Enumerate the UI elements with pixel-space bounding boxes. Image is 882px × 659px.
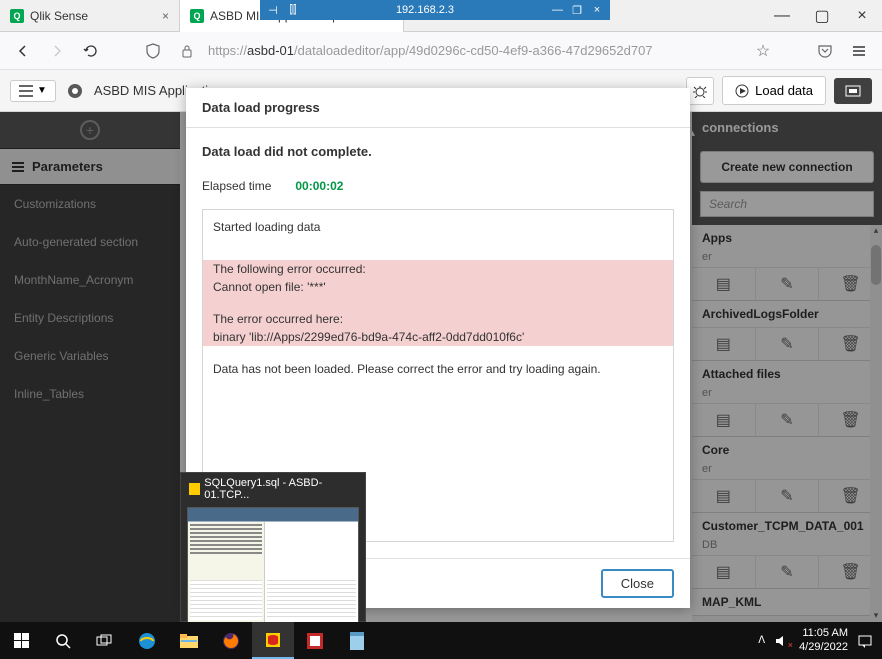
search-button[interactable]: [42, 622, 84, 659]
taskbar-ssms[interactable]: [252, 622, 294, 659]
log-error-line: The error occurred here:: [203, 310, 673, 328]
window-minimize[interactable]: —: [762, 0, 802, 32]
qlik-favicon: Q: [10, 9, 24, 23]
window-controls: — ▢ ×: [762, 0, 882, 32]
window-maximize[interactable]: ▢: [802, 0, 842, 32]
window-close[interactable]: ×: [842, 0, 882, 32]
vm-signal-icon: ⫿⫿: [288, 4, 298, 17]
address-bar: https://asbd-01/dataloadeditor/app/49d02…: [0, 32, 882, 70]
drag-icon: [12, 162, 24, 172]
taskbar-thumbnail[interactable]: SQLQuery1.sql - ASBD-01.TCP...: [180, 472, 366, 622]
tab-close-icon[interactable]: ×: [162, 9, 169, 23]
vm-close[interactable]: ×: [592, 4, 602, 17]
scrollbar[interactable]: ▴ ▾: [870, 225, 882, 622]
load-data-button[interactable]: Load data: [722, 76, 826, 105]
log-error-line: The following error occurred:: [203, 260, 673, 278]
windows-logo-icon: [14, 633, 29, 648]
log-error-line: [203, 296, 673, 310]
url-field[interactable]: https://asbd-01/dataloadeditor/app/49d02…: [208, 43, 742, 58]
nav-forward: [44, 38, 70, 64]
dialog-title: Data load progress: [186, 88, 690, 128]
menu-icon[interactable]: [846, 38, 872, 64]
connection-list: Apps er ▤ ✎ 🗑 ArchivedLogsFolder ▤ ✎ 🗑 A…: [692, 225, 882, 622]
close-button[interactable]: Close: [601, 569, 674, 598]
edit-icon[interactable]: ✎: [756, 328, 820, 360]
load-status-message: Data load did not complete.: [202, 144, 674, 159]
shield-icon[interactable]: [140, 38, 166, 64]
connection-item[interactable]: Customer_TCPM_DATA_001 DB ▤ ✎ 🗑: [692, 513, 882, 589]
presentation-button[interactable]: [834, 78, 872, 104]
pocket-icon[interactable]: [812, 38, 838, 64]
connection-item[interactable]: MAP_KML: [692, 589, 882, 616]
lock-icon[interactable]: [174, 38, 200, 64]
vm-titlebar: ⊣ ⫿⫿ 192.168.2.3 — ❐ ×: [260, 0, 610, 20]
notification-icon[interactable]: [858, 634, 872, 648]
qlik-favicon: Q: [190, 9, 204, 23]
task-view-button[interactable]: [84, 622, 126, 659]
section-header[interactable]: Parameters: [0, 148, 180, 185]
scroll-up-icon[interactable]: ▴: [690, 128, 702, 139]
nav-reload[interactable]: [78, 38, 104, 64]
edit-icon[interactable]: ✎: [756, 556, 820, 588]
tab-title: Qlik Sense: [30, 9, 88, 23]
taskbar-explorer[interactable]: [168, 622, 210, 659]
left-sidebar: + Parameters Customizations Auto-generat…: [0, 112, 180, 622]
vm-ip-label: 192.168.2.3: [306, 4, 544, 16]
qlik-app-icon: [66, 82, 84, 100]
edit-icon[interactable]: ✎: [756, 404, 820, 436]
elapsed-value: 00:00:02: [295, 179, 343, 193]
log-error-line: Cannot open file: '***': [203, 278, 673, 296]
log-line: Data has not been loaded. Please correct…: [203, 360, 673, 378]
scroll-thumb[interactable]: [871, 245, 881, 285]
edit-icon[interactable]: ✎: [756, 268, 820, 300]
connection-search-input[interactable]: Search: [700, 191, 874, 217]
taskbar-firefox[interactable]: [210, 622, 252, 659]
section-item[interactable]: Customizations: [0, 185, 180, 223]
connection-item[interactable]: ArchivedLogsFolder ▤ ✎ 🗑: [692, 301, 882, 361]
connection-item[interactable]: Attached files er ▤ ✎ 🗑: [692, 361, 882, 437]
add-section-button[interactable]: +: [0, 112, 180, 148]
thumbnail-preview-image: [187, 507, 359, 623]
taskbar-notepad[interactable]: [336, 622, 378, 659]
qlik-nav-menu[interactable]: ▼: [10, 80, 56, 102]
section-item[interactable]: Generic Variables: [0, 337, 180, 375]
vm-restore[interactable]: ❐: [572, 4, 582, 17]
taskbar-ie[interactable]: [126, 622, 168, 659]
scroll-up-icon[interactable]: ▴: [870, 225, 882, 237]
section-item[interactable]: Auto-generated section: [0, 223, 180, 261]
connections-panel: connections Create new connection Search…: [692, 112, 882, 622]
connection-item[interactable]: Apps er ▤ ✎ 🗑: [692, 225, 882, 301]
section-item[interactable]: Entity Descriptions: [0, 299, 180, 337]
connections-header: connections: [692, 112, 882, 143]
debug-button[interactable]: [686, 77, 714, 105]
section-item[interactable]: MonthName_Acronym: [0, 261, 180, 299]
browser-tab-0[interactable]: Q Qlik Sense ×: [0, 0, 180, 32]
bookmark-star-icon[interactable]: ☆: [750, 38, 776, 64]
taskbar-app-red[interactable]: [294, 622, 336, 659]
ssms-icon: [189, 483, 200, 495]
log-line: Started loading data: [203, 210, 673, 236]
thumbnail-title: SQLQuery1.sql - ASBD-01.TCP...: [181, 473, 365, 505]
plus-icon: +: [80, 120, 100, 140]
edit-icon[interactable]: ✎: [756, 480, 820, 512]
tray-clock[interactable]: 11:05 AM 4/29/2022: [799, 627, 848, 653]
windows-taskbar: ᐱ × 11:05 AM 4/29/2022: [0, 622, 882, 659]
connection-item[interactable]: Core er ▤ ✎ 🗑: [692, 437, 882, 513]
elapsed-time-row: Elapsed time 00:00:02: [202, 179, 674, 193]
vm-minimize[interactable]: —: [552, 4, 562, 17]
log-error-line: binary 'lib://Apps/2299ed76-bd9a-474c-af…: [203, 328, 673, 346]
start-button[interactable]: [0, 622, 42, 659]
section-item[interactable]: Inline_Tables: [0, 375, 180, 413]
tray-overflow-icon[interactable]: ᐱ: [758, 635, 765, 646]
elapsed-label: Elapsed time: [202, 179, 271, 193]
vm-pin-icon[interactable]: ⊣: [268, 4, 278, 17]
create-connection-button[interactable]: Create new connection: [700, 151, 874, 183]
volume-muted-icon[interactable]: ×: [775, 634, 789, 648]
scroll-down-icon[interactable]: ▾: [870, 610, 882, 622]
nav-back[interactable]: [10, 38, 36, 64]
system-tray: ᐱ × 11:05 AM 4/29/2022: [758, 627, 882, 653]
dialog-scrollbar[interactable]: ▴: [690, 128, 702, 568]
